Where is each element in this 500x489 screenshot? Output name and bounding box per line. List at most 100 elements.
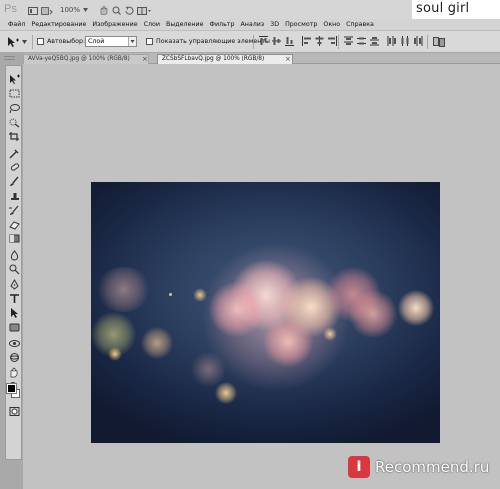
marquee-tool-button[interactable] [8, 88, 21, 99]
align-vertical-centers-icon[interactable] [271, 35, 282, 47]
path-selection-tool-button[interactable] [8, 307, 21, 319]
quick-select-tool-icon [9, 118, 20, 128]
photoshop-logo: Ps [4, 3, 17, 15]
distribute-top-edges-icon[interactable] [343, 35, 354, 47]
distribute-bottom-edges-icon[interactable] [369, 35, 380, 47]
healing-brush-tool-button[interactable] [8, 162, 21, 173]
eraser-tool-icon [9, 221, 20, 230]
eraser-tool-button[interactable] [8, 219, 21, 230]
clone-stamp-tool-icon [11, 192, 19, 200]
auto-select-value: Слой [88, 38, 105, 45]
path-selection-tool-icon [11, 308, 18, 319]
zoom-level-value: 100% [60, 6, 81, 14]
menu-window[interactable]: Окно [320, 19, 343, 31]
gradient-tool-icon [9, 234, 20, 243]
distribute-left-edges-icon[interactable] [386, 35, 397, 47]
shape-tool-button[interactable] [8, 322, 21, 333]
mini-bridge-icon [41, 6, 53, 15]
align-horizontal-centers-icon[interactable] [314, 35, 325, 47]
quick-select-tool-button[interactable] [8, 117, 21, 128]
menu-help[interactable]: Справка [343, 19, 377, 31]
options-divider [427, 35, 428, 49]
hand-tool-icon [10, 367, 18, 378]
zoom-level-dropdown[interactable]: 100% [60, 4, 94, 16]
options-divider [32, 35, 33, 49]
quick-mask-button[interactable] [8, 406, 21, 417]
align-right-edges-icon[interactable] [327, 35, 338, 47]
distribute-horizontal-centers-icon[interactable] [399, 35, 410, 47]
bokeh-light [349, 290, 397, 338]
bokeh-light [323, 327, 337, 341]
irecommend-logo: I [348, 456, 370, 478]
options-divider [338, 35, 339, 49]
menu-filter[interactable]: Фильтр [207, 19, 238, 31]
crop-tool-button[interactable] [8, 131, 21, 142]
bokeh-light [108, 347, 122, 361]
gradient-tool-button[interactable] [8, 233, 21, 244]
bokeh-light [193, 288, 207, 302]
arrange-documents-button[interactable] [136, 5, 152, 16]
distribute-vertical-centers-icon[interactable] [356, 35, 367, 47]
bokeh-spark [169, 293, 172, 296]
rotate-view-button[interactable] [124, 5, 135, 16]
document-tab-1[interactable]: AVVa-yeQ5BQ.jpg @ 100% (RGB/8) × [23, 54, 149, 64]
menu-3d[interactable]: 3D [267, 19, 282, 31]
panel-grip[interactable] [4, 56, 15, 60]
hand-tool-button[interactable] [8, 367, 21, 378]
quick-mask-icon [9, 407, 20, 416]
menu-view[interactable]: Просмотр [282, 19, 320, 31]
3d-orbit-tool-button[interactable] [8, 352, 21, 363]
menu-select[interactable]: Выделение [163, 19, 207, 31]
watermark-title: soul girl [416, 1, 470, 16]
menu-bar: Файл Редактирование Изображение Слои Выд… [0, 19, 500, 31]
close-icon[interactable]: × [285, 55, 291, 64]
bokeh-light [398, 290, 434, 326]
tool-preset-picker[interactable] [6, 36, 28, 48]
auto-select-checkbox[interactable] [37, 38, 44, 45]
blur-tool-button[interactable] [8, 250, 21, 261]
dodge-tool-button[interactable] [8, 264, 21, 275]
auto-select-dropdown[interactable]: Слой [85, 36, 137, 47]
close-icon[interactable]: × [142, 55, 148, 64]
foreground-color-swatch[interactable] [6, 383, 17, 394]
history-brush-tool-icon [9, 205, 19, 215]
auto-align-layers-icon[interactable] [433, 37, 445, 47]
history-brush-tool-button[interactable] [8, 205, 21, 216]
type-tool-button[interactable] [8, 293, 21, 304]
menu-layers[interactable]: Слои [141, 19, 163, 31]
show-transform-controls-checkbox[interactable] [146, 38, 153, 45]
magnifier-icon [112, 6, 121, 15]
distribute-right-edges-icon[interactable] [412, 35, 423, 47]
3d-rotate-tool-button[interactable] [8, 338, 21, 349]
align-top-edges-icon[interactable] [258, 35, 269, 47]
align-left-edges-icon[interactable] [301, 35, 312, 47]
lasso-tool-icon [9, 103, 20, 113]
hand-view-button[interactable] [98, 5, 109, 16]
bokeh-light [141, 327, 173, 359]
eyedropper-tool-button[interactable] [8, 148, 21, 159]
pen-tool-button[interactable] [8, 278, 21, 290]
menu-file[interactable]: Файл [5, 19, 28, 31]
crop-tool-icon [9, 132, 19, 142]
chevron-down-icon [128, 37, 136, 46]
options-divider [253, 35, 254, 49]
mini-bridge-button[interactable] [40, 5, 54, 16]
application-bar: Ps 100% soul girl [0, 0, 500, 20]
3d-rotate-tool-icon [9, 340, 20, 348]
document-tab-2[interactable]: ZCSbSFLbavQ.jpg @ 100% (RGB/8) × [157, 54, 293, 64]
bridge-button[interactable] [27, 5, 39, 16]
image-canvas[interactable] [91, 182, 440, 443]
align-bottom-edges-icon[interactable] [284, 35, 295, 47]
clone-stamp-tool-button[interactable] [8, 191, 21, 202]
chevron-down-icon [22, 40, 27, 44]
zoom-view-button[interactable] [111, 5, 122, 16]
pen-tool-icon [10, 278, 19, 290]
menu-analysis[interactable]: Анализ [237, 19, 267, 31]
menu-edit[interactable]: Редактирование [28, 19, 89, 31]
move-tool-button[interactable] [8, 74, 21, 85]
menu-image[interactable]: Изображение [89, 19, 140, 31]
lasso-tool-button[interactable] [8, 103, 21, 114]
irecommend-text: Recommend.ru [375, 458, 490, 476]
brush-tool-button[interactable] [8, 176, 21, 187]
irecommend-watermark: I Recommend.ru [348, 452, 498, 482]
